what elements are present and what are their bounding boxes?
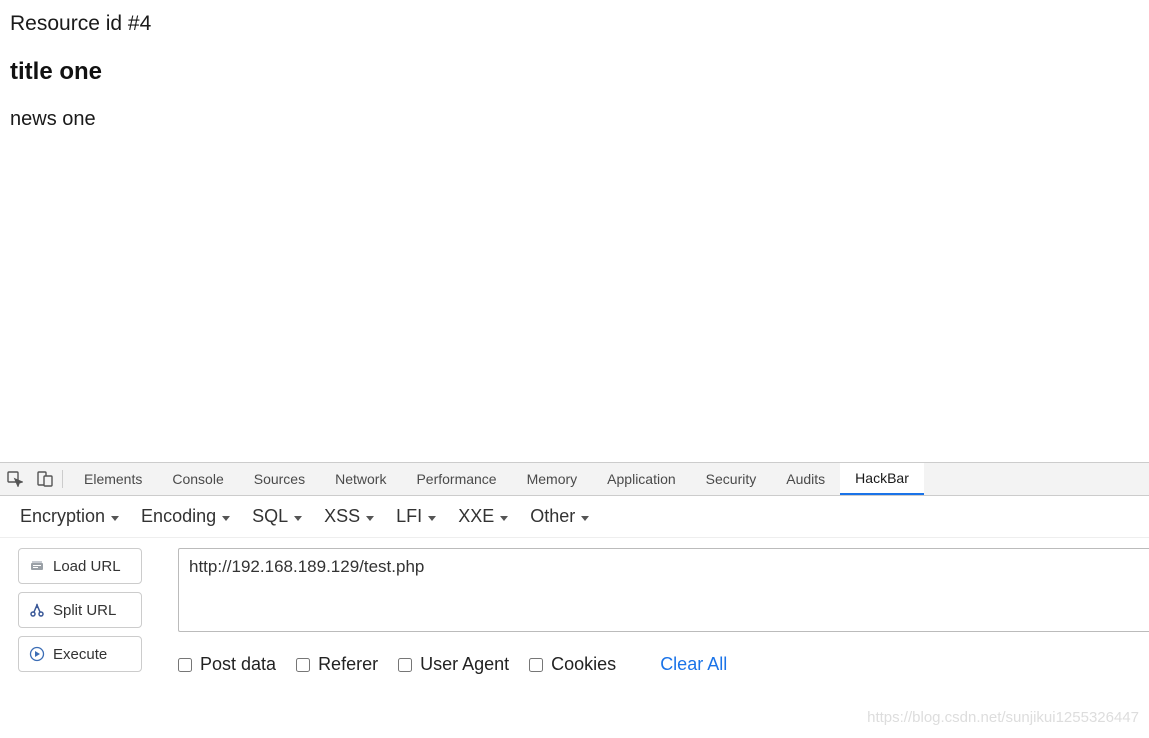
menu-xxe[interactable]: XXE	[458, 506, 508, 527]
menu-label: SQL	[252, 506, 288, 527]
news-text: news one	[10, 108, 1139, 131]
hackbar-body: Load URL Split URL Execute	[0, 538, 1149, 675]
chevron-down-icon	[294, 516, 302, 521]
tab-performance[interactable]: Performance	[401, 463, 511, 495]
menu-encoding[interactable]: Encoding	[141, 506, 230, 527]
inspect-element-icon[interactable]	[0, 463, 30, 495]
opt-referer[interactable]: Referer	[296, 654, 378, 675]
chevron-down-icon	[428, 516, 436, 521]
hackbar-panel: Encryption Encoding SQL XSS LFI XXE Othe…	[0, 496, 1149, 738]
menu-lfi[interactable]: LFI	[396, 506, 436, 527]
tab-separator	[62, 470, 63, 488]
hackbar-options: Post data Referer User Agent Cookies C	[178, 654, 1149, 675]
menu-label: LFI	[396, 506, 422, 527]
devtools-panel: Elements Console Sources Network Perform…	[0, 462, 1149, 738]
tab-memory[interactable]: Memory	[512, 463, 593, 495]
split-url-icon	[29, 602, 45, 618]
resource-id-text: Resource id #4	[10, 12, 1139, 36]
page-title: title one	[10, 58, 1139, 86]
hackbar-right: Post data Referer User Agent Cookies C	[178, 548, 1149, 675]
option-label: Post data	[200, 654, 276, 675]
clear-all-link[interactable]: Clear All	[660, 654, 727, 675]
tab-security[interactable]: Security	[691, 463, 772, 495]
menu-encryption[interactable]: Encryption	[20, 506, 119, 527]
post-data-checkbox[interactable]	[178, 658, 192, 672]
split-url-button[interactable]: Split URL	[18, 592, 142, 628]
menu-sql[interactable]: SQL	[252, 506, 302, 527]
menu-label: XXE	[458, 506, 494, 527]
chevron-down-icon	[222, 516, 230, 521]
menu-label: Other	[530, 506, 575, 527]
opt-post-data[interactable]: Post data	[178, 654, 276, 675]
tab-network[interactable]: Network	[320, 463, 401, 495]
option-label: Cookies	[551, 654, 616, 675]
menu-label: XSS	[324, 506, 360, 527]
load-url-button[interactable]: Load URL	[18, 548, 142, 584]
tab-console[interactable]: Console	[157, 463, 238, 495]
tab-application[interactable]: Application	[592, 463, 691, 495]
menu-label: Encoding	[141, 506, 216, 527]
menu-label: Encryption	[20, 506, 105, 527]
button-label: Load URL	[53, 558, 121, 575]
execute-icon	[29, 646, 45, 662]
hackbar-buttons: Load URL Split URL Execute	[18, 548, 142, 675]
chevron-down-icon	[500, 516, 508, 521]
tab-elements[interactable]: Elements	[69, 463, 157, 495]
opt-cookies[interactable]: Cookies	[529, 654, 616, 675]
tab-audits[interactable]: Audits	[771, 463, 840, 495]
option-label: Referer	[318, 654, 378, 675]
option-label: User Agent	[420, 654, 509, 675]
url-input[interactable]	[178, 548, 1149, 632]
button-label: Split URL	[53, 602, 116, 619]
referer-checkbox[interactable]	[296, 658, 310, 672]
tab-hackbar[interactable]: HackBar	[840, 463, 924, 495]
cookies-checkbox[interactable]	[529, 658, 543, 672]
hackbar-menubar: Encryption Encoding SQL XSS LFI XXE Othe…	[0, 496, 1149, 538]
menu-xss[interactable]: XSS	[324, 506, 374, 527]
load-url-icon	[29, 558, 45, 574]
opt-user-agent[interactable]: User Agent	[398, 654, 509, 675]
watermark-text: https://blog.csdn.net/sunjikui1255326447	[867, 709, 1139, 726]
chevron-down-icon	[366, 516, 374, 521]
menu-other[interactable]: Other	[530, 506, 589, 527]
button-label: Execute	[53, 646, 107, 663]
user-agent-checkbox[interactable]	[398, 658, 412, 672]
tab-sources[interactable]: Sources	[239, 463, 320, 495]
chevron-down-icon	[111, 516, 119, 521]
execute-button[interactable]: Execute	[18, 636, 142, 672]
devtools-tabbar: Elements Console Sources Network Perform…	[0, 463, 1149, 496]
page-content: Resource id #4 title one news one	[0, 0, 1149, 141]
chevron-down-icon	[581, 516, 589, 521]
toggle-device-icon[interactable]	[30, 463, 60, 495]
